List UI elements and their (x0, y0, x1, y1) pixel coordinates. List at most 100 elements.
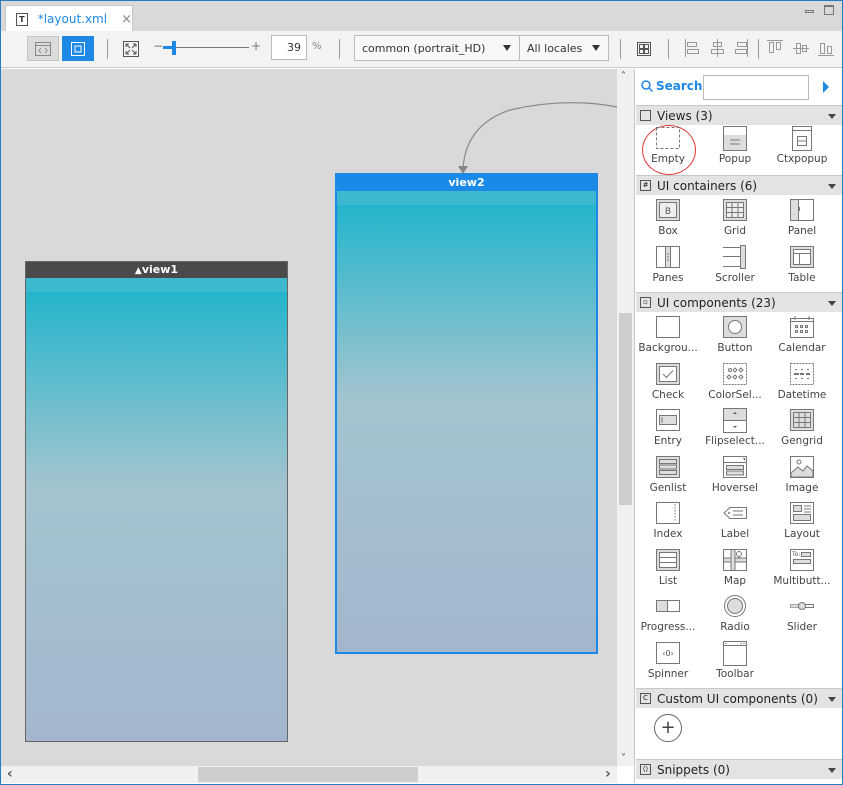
palette-item-image[interactable]: Image (769, 454, 835, 500)
palette-item-backgrou[interactable]: Backgrou... (635, 314, 701, 360)
source-view-icon (35, 41, 51, 56)
palette-item-multibutt[interactable]: To: Multibutt... (769, 547, 835, 593)
profile-select[interactable]: common (portrait_HD) (354, 35, 520, 61)
align-left-icon[interactable] (684, 39, 700, 57)
align-middle-icon[interactable] (793, 39, 809, 57)
palette-item-spinner[interactable]: ‹0› Spinner (635, 640, 701, 686)
zoom-in-icon[interactable]: + (251, 39, 261, 53)
chevron-down-icon (503, 45, 511, 51)
section-ui-components[interactable]: ▫ UI components (23) (636, 292, 842, 312)
palette-item-slider[interactable]: Slider (769, 593, 835, 639)
palette-item-label: Image (785, 481, 819, 494)
close-icon[interactable]: × (121, 12, 132, 27)
search-input[interactable] (703, 75, 809, 100)
palette-item-layout[interactable]: Layout (769, 500, 835, 546)
palette-item-gengrid[interactable]: Gengrid (769, 407, 835, 453)
calendar-icon (788, 314, 816, 340)
palette-item-flipselect[interactable]: Flipselect... (702, 407, 768, 453)
palette-item-label: Table (788, 271, 816, 284)
chevron-down-icon (592, 45, 600, 51)
design-canvas[interactable]: ▲view1 view2 (1, 69, 617, 766)
section-views[interactable]: Views (3) (636, 105, 842, 125)
palette-item-toolbar[interactable]: Toolbar (702, 640, 768, 686)
palette-item-index[interactable]: Index (635, 500, 701, 546)
zoom-input[interactable]: 39 (271, 35, 307, 60)
toolbar-separator (668, 39, 669, 59)
view-title: view1 (141, 263, 179, 276)
genlist-icon (654, 454, 682, 480)
vertical-scrollbar[interactable]: ˄ ˅ (617, 69, 634, 766)
palette-item-box[interactable]: B Box (635, 197, 701, 243)
zoom-unit: % (312, 41, 322, 52)
align-center-icon[interactable] (709, 39, 725, 57)
horizontal-scroll-thumb[interactable] (198, 767, 418, 782)
palette-search: Search (635, 69, 843, 105)
palette-item-label: Toolbar (716, 667, 754, 680)
palette-item-label[interactable]: Label (702, 500, 768, 546)
source-view-button[interactable] (27, 36, 59, 61)
palette-item-label: Panes (652, 271, 684, 284)
fit-screen-button[interactable] (115, 36, 147, 61)
palette-item-label: Ctxpopup (776, 153, 828, 165)
view-view2[interactable]: view2 (335, 173, 598, 654)
palette-item-empty[interactable]: Empty (635, 125, 701, 171)
multibutt-icon: To: (788, 547, 816, 573)
palette-item-panes[interactable]: Panes (635, 244, 701, 290)
zoom-slider-thumb[interactable] (172, 41, 177, 55)
palette-item-scroller[interactable]: Scroller (702, 244, 768, 290)
tab-title: *layout.xml (37, 12, 108, 26)
toolbar-icon (721, 640, 749, 666)
add-custom-component-button[interactable]: + (654, 714, 682, 742)
zoom-out-icon[interactable]: − (153, 39, 163, 53)
maximize-icon[interactable] (824, 5, 834, 15)
palette-item-calendar[interactable]: Calendar (769, 314, 835, 360)
palette-item-popup[interactable]: Popup (702, 125, 768, 171)
palette-item-button[interactable]: Button (702, 314, 768, 360)
scroll-left-icon[interactable]: ‹ (7, 766, 13, 782)
palette-item-grid[interactable]: Grid (702, 197, 768, 243)
palette-item-genlist[interactable]: Genlist (635, 454, 701, 500)
align-bottom-icon[interactable] (818, 39, 834, 57)
palette-item-check[interactable]: Check (635, 361, 701, 407)
minimize-icon[interactable] (805, 10, 814, 13)
palette-item-label: Slider (787, 621, 817, 633)
scroll-right-icon[interactable]: › (605, 766, 611, 782)
locale-select[interactable]: All locales (519, 35, 609, 61)
align-right-icon[interactable] (733, 39, 749, 57)
palette-item-colorsel[interactable]: ColorSel... (702, 361, 768, 407)
scroll-up-icon[interactable]: ˄ (621, 71, 626, 82)
palette-item-label: Flipselect... (705, 435, 765, 447)
design-view-button[interactable] (62, 36, 94, 61)
palette-item-table[interactable]: Table (769, 244, 835, 290)
grid-layout-button[interactable] (628, 36, 660, 61)
palette-item-datetime[interactable]: Datetime (769, 361, 835, 407)
search-go-icon[interactable] (823, 81, 829, 93)
palette-item-progress[interactable]: Progress... (635, 593, 701, 639)
palette-item-ctxpopup[interactable]: Ctxpopup (769, 125, 835, 171)
zoom-slider[interactable]: − + (153, 39, 261, 55)
section-custom-ui-components[interactable]: C Custom UI components (0) (636, 688, 842, 708)
palette-item-label: Map (723, 574, 747, 587)
palette-item-panel[interactable]: Panel (769, 197, 835, 243)
palette-item-label: Entry (654, 435, 682, 447)
palette-item-label: Grid (723, 225, 747, 237)
palette-item-hoversel[interactable]: Hoversel (702, 454, 768, 500)
section-snippets[interactable]: ⟨⟩ Snippets (0) (636, 759, 842, 779)
scroll-down-icon[interactable]: ˅ (621, 753, 626, 764)
view-header: ▲view1 (26, 262, 287, 278)
fit-screen-icon (123, 40, 139, 57)
view-view1[interactable]: ▲view1 (25, 261, 288, 742)
palette-item-label: Button (717, 342, 753, 354)
tab-bar: T *layout.xml × (1, 1, 842, 33)
palette-item-label: Popup (718, 153, 752, 165)
align-top-icon[interactable] (767, 39, 783, 57)
palette-item-map[interactable]: Map (702, 547, 768, 593)
vertical-scroll-thumb[interactable] (619, 313, 632, 505)
palette-item-entry[interactable]: Entry (635, 407, 701, 453)
tab-layout-xml[interactable]: T *layout.xml × (5, 5, 133, 33)
palette-item-list[interactable]: List (635, 547, 701, 593)
horizontal-scrollbar[interactable]: ‹ › (1, 766, 617, 783)
datetime-icon (788, 361, 816, 387)
palette-item-radio[interactable]: Radio (702, 593, 768, 639)
section-ui-containers[interactable]: # UI containers (6) (636, 175, 842, 195)
